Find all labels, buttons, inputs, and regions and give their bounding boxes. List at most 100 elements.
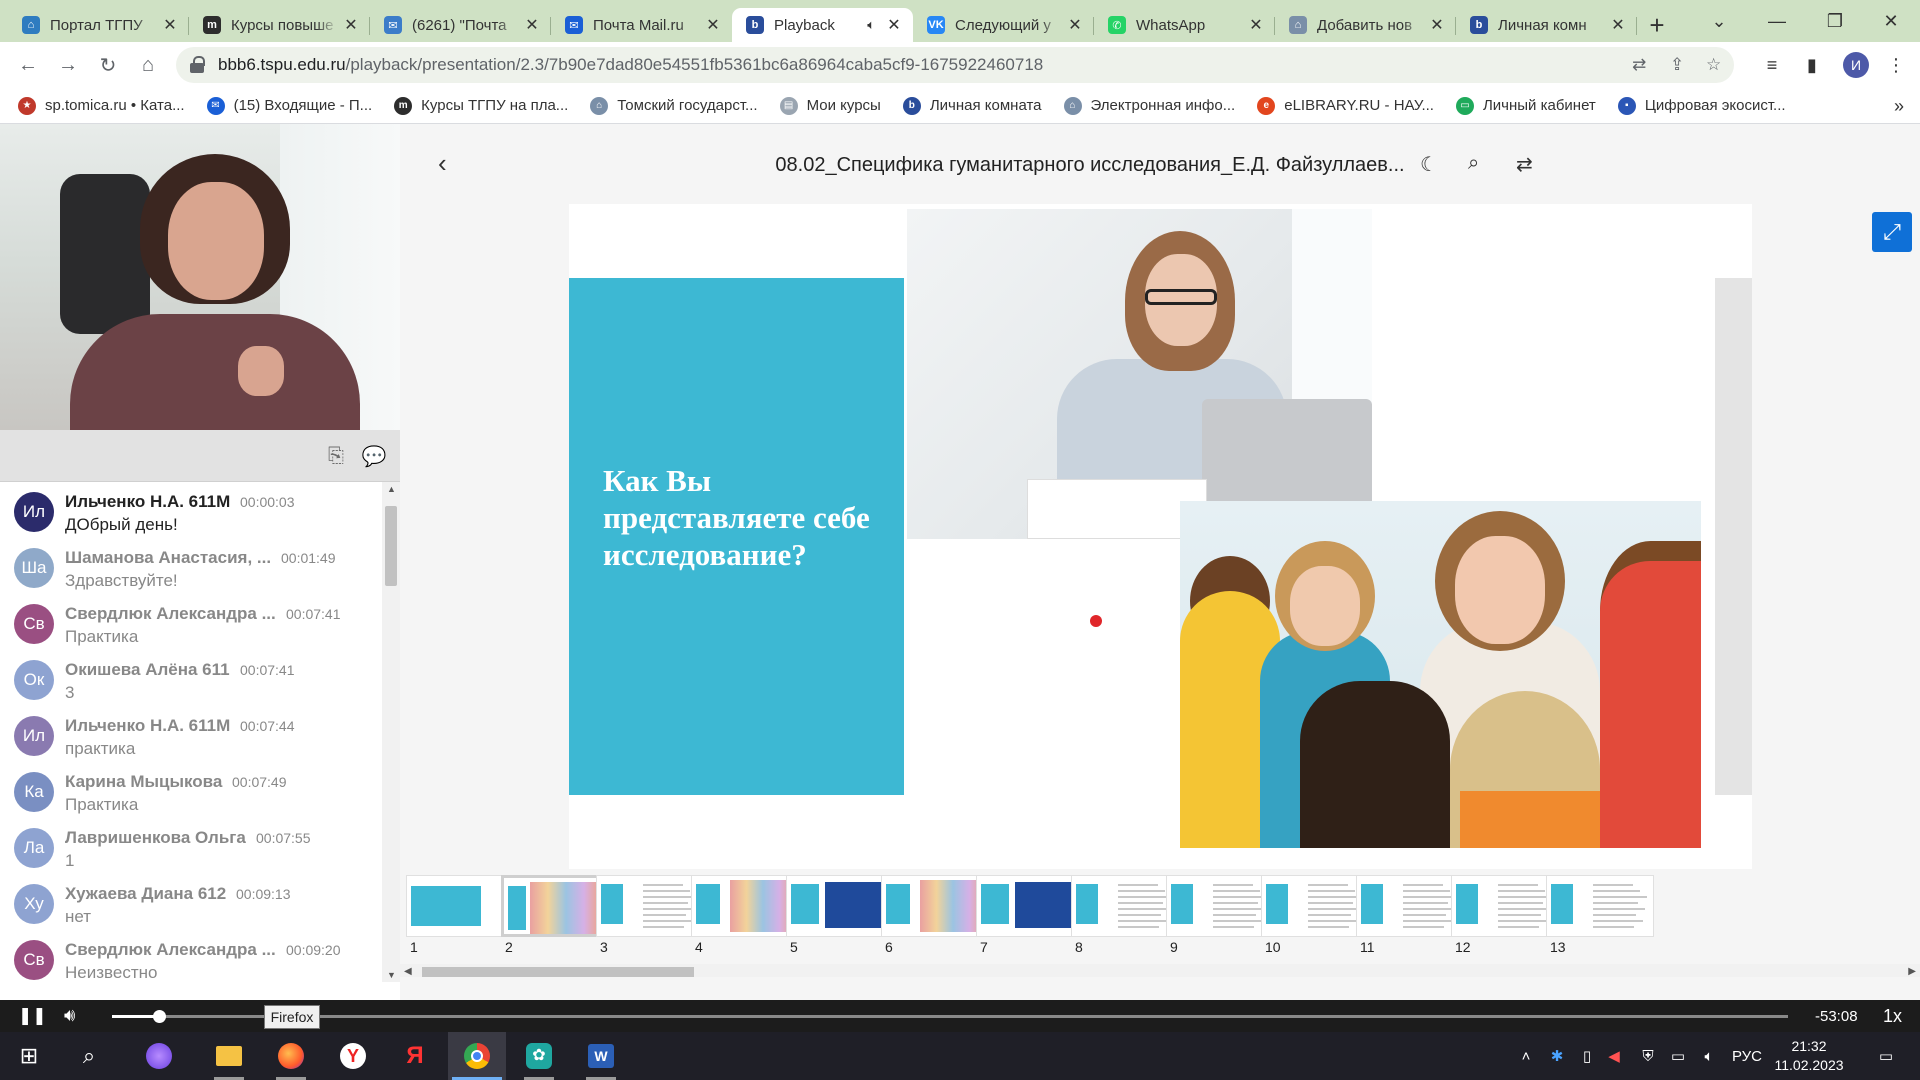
bookmark-item[interactable]: m Курсы ТГПУ на пла...	[394, 96, 568, 115]
language-indicator[interactable]: РУС	[1730, 1032, 1764, 1080]
bookmark-favicon-icon: ▤	[779, 96, 798, 115]
tab-3[interactable]: ✉ (6261) "Почта ✕	[370, 8, 551, 42]
slide-thumbnail[interactable]	[786, 875, 894, 937]
tab-8[interactable]: ⌂ Добавить нов ✕	[1275, 8, 1456, 42]
usb-icon[interactable]: ▯	[1576, 1032, 1598, 1080]
copy-icon[interactable]: ⎘	[324, 444, 348, 468]
seek-bar[interactable]	[112, 1015, 1788, 1018]
bookmark-item[interactable]: ⌂ Томский государст...	[590, 96, 758, 115]
tab-close-icon[interactable]: ✕	[1066, 15, 1084, 35]
taskbar-search-icon[interactable]: ⌕	[60, 1032, 118, 1080]
slide-thumbnail[interactable]	[406, 875, 514, 937]
tab-close-icon[interactable]: ✕	[523, 15, 541, 35]
bookmark-item[interactable]: ▤ Мои курсы	[779, 96, 881, 115]
speaker-warning-icon[interactable]: ◀	[1602, 1032, 1626, 1080]
volume-tray-icon[interactable]: 🔈︎	[1696, 1032, 1722, 1080]
chrome-icon[interactable]	[448, 1032, 506, 1080]
slide-thumbnail[interactable]	[1166, 875, 1274, 937]
search-icon[interactable]: ⌕	[1468, 152, 1479, 175]
slide-thumbnail[interactable]	[1356, 875, 1464, 937]
thumbnails-scrollbar[interactable]: ◀ ▶	[400, 964, 1920, 977]
network-icon[interactable]: ▭	[1666, 1032, 1690, 1080]
bluetooth-icon[interactable]: ✱	[1546, 1032, 1568, 1080]
slide-thumbnail[interactable]	[596, 875, 704, 937]
new-tab-button[interactable]: +	[1637, 8, 1677, 42]
chat-message: Ил Ильченко Н.А. 611М 00:07:44 практика	[0, 706, 382, 762]
slide-thumbnail[interactable]	[1451, 875, 1559, 937]
slide-thumbnail[interactable]	[976, 875, 1084, 937]
seek-knob[interactable]	[152, 1010, 166, 1023]
restore-button[interactable]: ❐	[1806, 0, 1864, 42]
home-button[interactable]: ⌂	[128, 45, 168, 85]
forward-button[interactable]: →	[48, 45, 88, 85]
alice-assistant-icon[interactable]	[130, 1032, 188, 1080]
paw-app-icon[interactable]: ✿	[510, 1032, 568, 1080]
tab-close-icon[interactable]: ✕	[704, 15, 722, 35]
bookmark-item[interactable]: ⌂ Электронная инфо...	[1063, 96, 1235, 115]
thumbnail-text-line	[1213, 914, 1256, 916]
slide-thumbnail[interactable]	[1071, 875, 1179, 937]
fullscreen-button[interactable]: ⤢	[1872, 212, 1912, 252]
tab-close-icon[interactable]: ✕	[342, 15, 360, 35]
swap-layout-icon[interactable]: ⇄	[1516, 152, 1533, 177]
message-time: 00:07:55	[256, 830, 311, 846]
tab-close-icon[interactable]: ✕	[161, 15, 179, 35]
dark-mode-icon[interactable]: ☾	[1420, 152, 1438, 177]
tab-audio-icon[interactable]: 🔈︎	[867, 17, 875, 33]
share-icon[interactable]: ⇪	[1670, 47, 1684, 83]
back-button[interactable]: ←	[8, 45, 48, 85]
tab-close-icon[interactable]: ✕	[1428, 15, 1446, 35]
word-icon[interactable]: W	[572, 1032, 630, 1080]
clock[interactable]: 21:32 11.02.2023	[1764, 1032, 1854, 1080]
pause-button[interactable]: ❚❚	[18, 1006, 47, 1026]
tab-close-icon[interactable]: ✕	[885, 15, 903, 35]
tab-6[interactable]: VK Следующий у ✕	[913, 8, 1094, 42]
yandex-browser-icon[interactable]: Y	[324, 1032, 382, 1080]
profile-avatar[interactable]: И	[1838, 42, 1874, 88]
close-window-button[interactable]: ✕	[1862, 0, 1920, 42]
slide-thumbnail[interactable]	[1261, 875, 1369, 937]
bookmark-item[interactable]: ★ sp.tomica.ru • Ката...	[18, 96, 185, 115]
reading-list-icon[interactable]: ≡	[1754, 42, 1790, 88]
bookmark-item[interactable]: b Личная комната	[902, 96, 1042, 115]
playback-speed-button[interactable]: 1x	[1883, 1006, 1902, 1027]
chat-scrollbar[interactable]: ▲ ▼	[382, 482, 400, 982]
yandex-icon[interactable]: Я	[386, 1032, 444, 1080]
tab-2[interactable]: m Курсы повыше ✕	[189, 8, 370, 42]
webcam-video[interactable]	[0, 124, 400, 430]
volume-icon[interactable]: 🔊︎	[64, 1005, 75, 1026]
tray-overflow-icon[interactable]: ˄	[1514, 1032, 1538, 1080]
tab-9[interactable]: b Личная комн ✕	[1456, 8, 1637, 42]
notifications-icon[interactable]: ▭	[1864, 1032, 1908, 1080]
side-panel-icon[interactable]: ▮	[1794, 42, 1830, 88]
bookmark-item[interactable]: ▪ Цифровая экосист...	[1617, 96, 1786, 115]
start-icon[interactable]: ⊞	[0, 1032, 58, 1080]
slide-thumbnail[interactable]	[691, 875, 799, 937]
tab-4[interactable]: ✉ Почта Mail.ru ✕	[551, 8, 732, 42]
bookmark-item[interactable]: ▭ Личный кабинет	[1455, 96, 1596, 115]
tab-7[interactable]: ✆ WhatsApp ✕	[1094, 8, 1275, 42]
tab-5[interactable]: b Playback 🔈︎ ✕	[732, 8, 913, 42]
shield-icon[interactable]: ⛨	[1636, 1032, 1660, 1080]
firefox-icon[interactable]	[262, 1032, 320, 1080]
thumbnail-text-line	[1498, 920, 1548, 922]
thumbnail-text-line	[1403, 896, 1457, 898]
address-bar[interactable]: bbb6.tspu.edu.ru/playback/presentation/2…	[176, 47, 1734, 83]
tab-close-icon[interactable]: ✕	[1609, 15, 1627, 35]
bookmark-star-icon[interactable]: ☆	[1706, 47, 1721, 83]
chat-bubbles-icon[interactable]: 💬	[362, 444, 387, 468]
menu-kebab-icon[interactable]: ⋮	[1878, 42, 1914, 88]
reload-button[interactable]: ↻	[88, 45, 128, 85]
bookmark-item[interactable]: ✉ (15) Входящие - П...	[206, 96, 372, 115]
minimize-button[interactable]: —	[1748, 0, 1806, 42]
slide-thumbnail[interactable]	[1546, 875, 1654, 937]
file-explorer-icon[interactable]	[200, 1032, 258, 1080]
translate-icon[interactable]: ⇄	[1632, 47, 1646, 83]
bookmark-item[interactable]: e eLIBRARY.RU - НАУ...	[1257, 96, 1434, 115]
tab-search-icon[interactable]: ⌄	[1690, 0, 1748, 42]
slide-thumbnail[interactable]	[881, 875, 989, 937]
tab-1[interactable]: ⌂ Портал ТГПУ ✕	[8, 8, 189, 42]
bookmarks-overflow-icon[interactable]: »	[1894, 88, 1904, 124]
tab-close-icon[interactable]: ✕	[1247, 15, 1265, 35]
slide-thumbnail[interactable]	[501, 875, 609, 937]
